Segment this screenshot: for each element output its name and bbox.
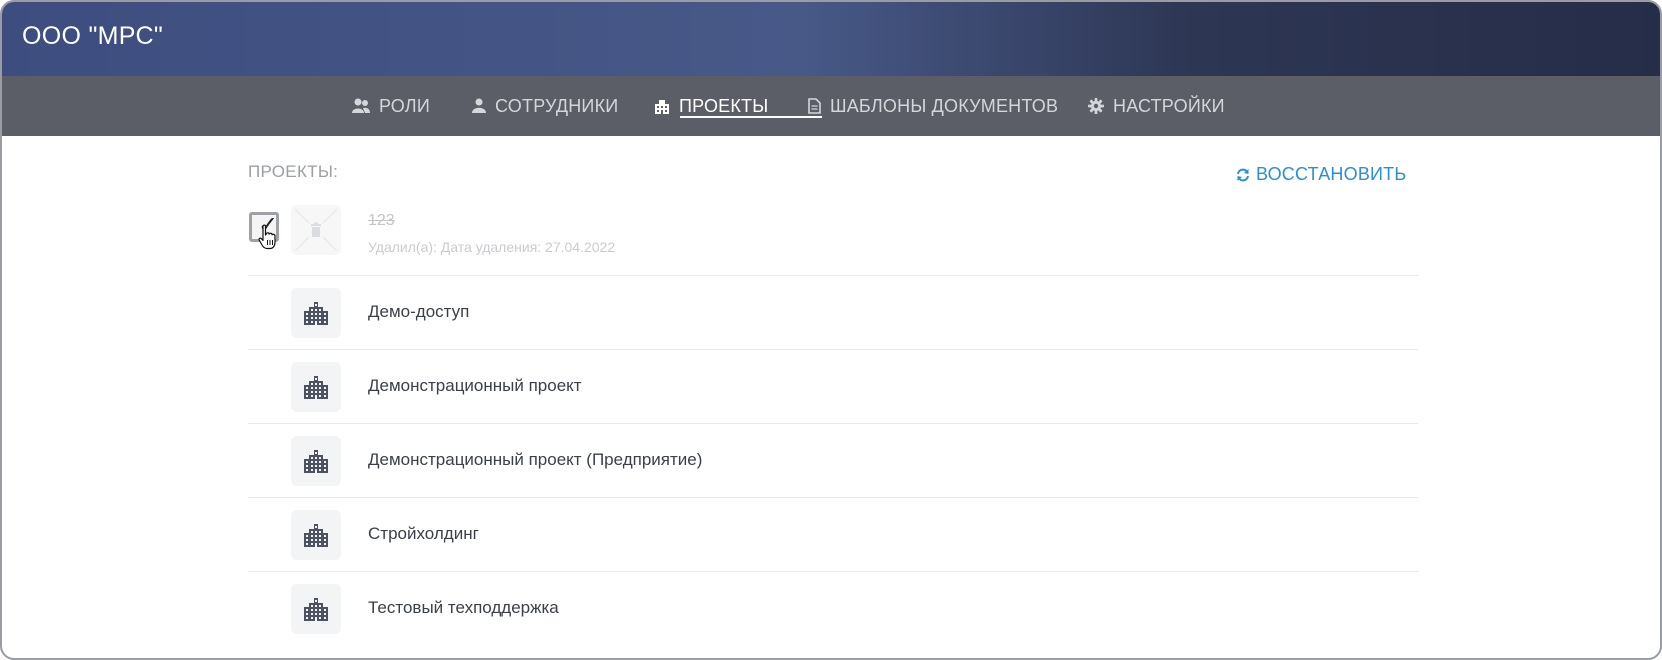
building-icon	[304, 598, 328, 621]
users-icon	[352, 98, 370, 113]
deleted-project-icon	[291, 205, 341, 255]
nav-tab-roles[interactable]: РОЛИ	[352, 76, 430, 136]
building-icon	[304, 302, 328, 325]
project-name: Демо-доступ	[368, 302, 470, 321]
project-icon-box	[291, 362, 341, 412]
top-header: ООО "МРС"	[2, 2, 1660, 76]
active-tab-indicator	[680, 116, 822, 118]
project-row[interactable]: Демонстрационный проект (Предприятие)	[248, 424, 1418, 498]
refresh-icon	[1237, 168, 1249, 181]
deletion-info: Удалил(а): Дата удаления: 27.04.2022	[368, 239, 616, 255]
nav-tab-employees[interactable]: СОТРУДНИКИ	[472, 76, 618, 136]
nav-tab-label: НАСТРОЙКИ	[1113, 95, 1225, 116]
project-name: Демонстрационный проект (Предприятие)	[368, 450, 703, 469]
building-icon	[304, 450, 328, 473]
gear-icon	[1088, 98, 1104, 114]
nav-tab-projects[interactable]: ПРОЕКТЫ	[654, 76, 768, 136]
project-row[interactable]: Демонстрационный проект	[248, 350, 1418, 424]
project-icon-box	[291, 436, 341, 486]
nav-tab-label: РОЛИ	[379, 95, 430, 116]
deleted-project-row[interactable]: ✓ 123 Удалил(а): Дата удаления: 27.04.20…	[248, 198, 1418, 276]
main-navigation: РОЛИ СОТРУДНИКИ ПРОЕКТЫ ШАБЛОНЫ ДОКУМЕНТ…	[2, 76, 1660, 136]
nav-tab-label: ШАБЛОНЫ ДОКУМЕНТОВ	[830, 95, 1059, 116]
section-title: ПРОЕКТЫ:	[248, 162, 339, 181]
restore-button[interactable]: ВОССТАНОВИТЬ	[1236, 164, 1406, 185]
project-icon-box	[291, 510, 341, 560]
nav-tab-label: СОТРУДНИКИ	[495, 95, 619, 116]
project-name: Тестовый техподдержка	[368, 598, 559, 617]
project-name: Демонстрационный проект	[368, 376, 582, 395]
building-icon	[655, 100, 669, 114]
project-row[interactable]: Стройхолдинг	[248, 498, 1418, 572]
deleted-project-name: 123	[368, 212, 395, 229]
app-window: ООО "МРС" РОЛИ СОТРУДНИКИ ПРОЕКТЫ ШАБЛОН…	[0, 0, 1662, 660]
project-icon-box	[291, 584, 341, 634]
hand-pointer-icon	[258, 224, 276, 250]
building-icon	[304, 376, 328, 399]
nav-tab-label: ПРОЕКТЫ	[679, 95, 769, 116]
restore-label: ВОССТАНОВИТЬ	[1256, 164, 1407, 184]
project-row[interactable]: Демо-доступ	[248, 276, 1418, 350]
trash-icon	[294, 208, 338, 252]
project-row[interactable]: Тестовый техподдержка	[248, 572, 1418, 646]
project-icon-box	[291, 288, 341, 338]
building-icon	[304, 524, 328, 547]
user-icon	[472, 98, 486, 113]
nav-tab-document-templates[interactable]: ШАБЛОНЫ ДОКУМЕНТОВ	[808, 76, 1058, 136]
company-name: ООО "МРС"	[22, 22, 164, 50]
nav-tab-settings[interactable]: НАСТРОЙКИ	[1088, 76, 1225, 136]
document-icon	[808, 98, 821, 114]
project-name: Стройхолдинг	[368, 524, 479, 543]
